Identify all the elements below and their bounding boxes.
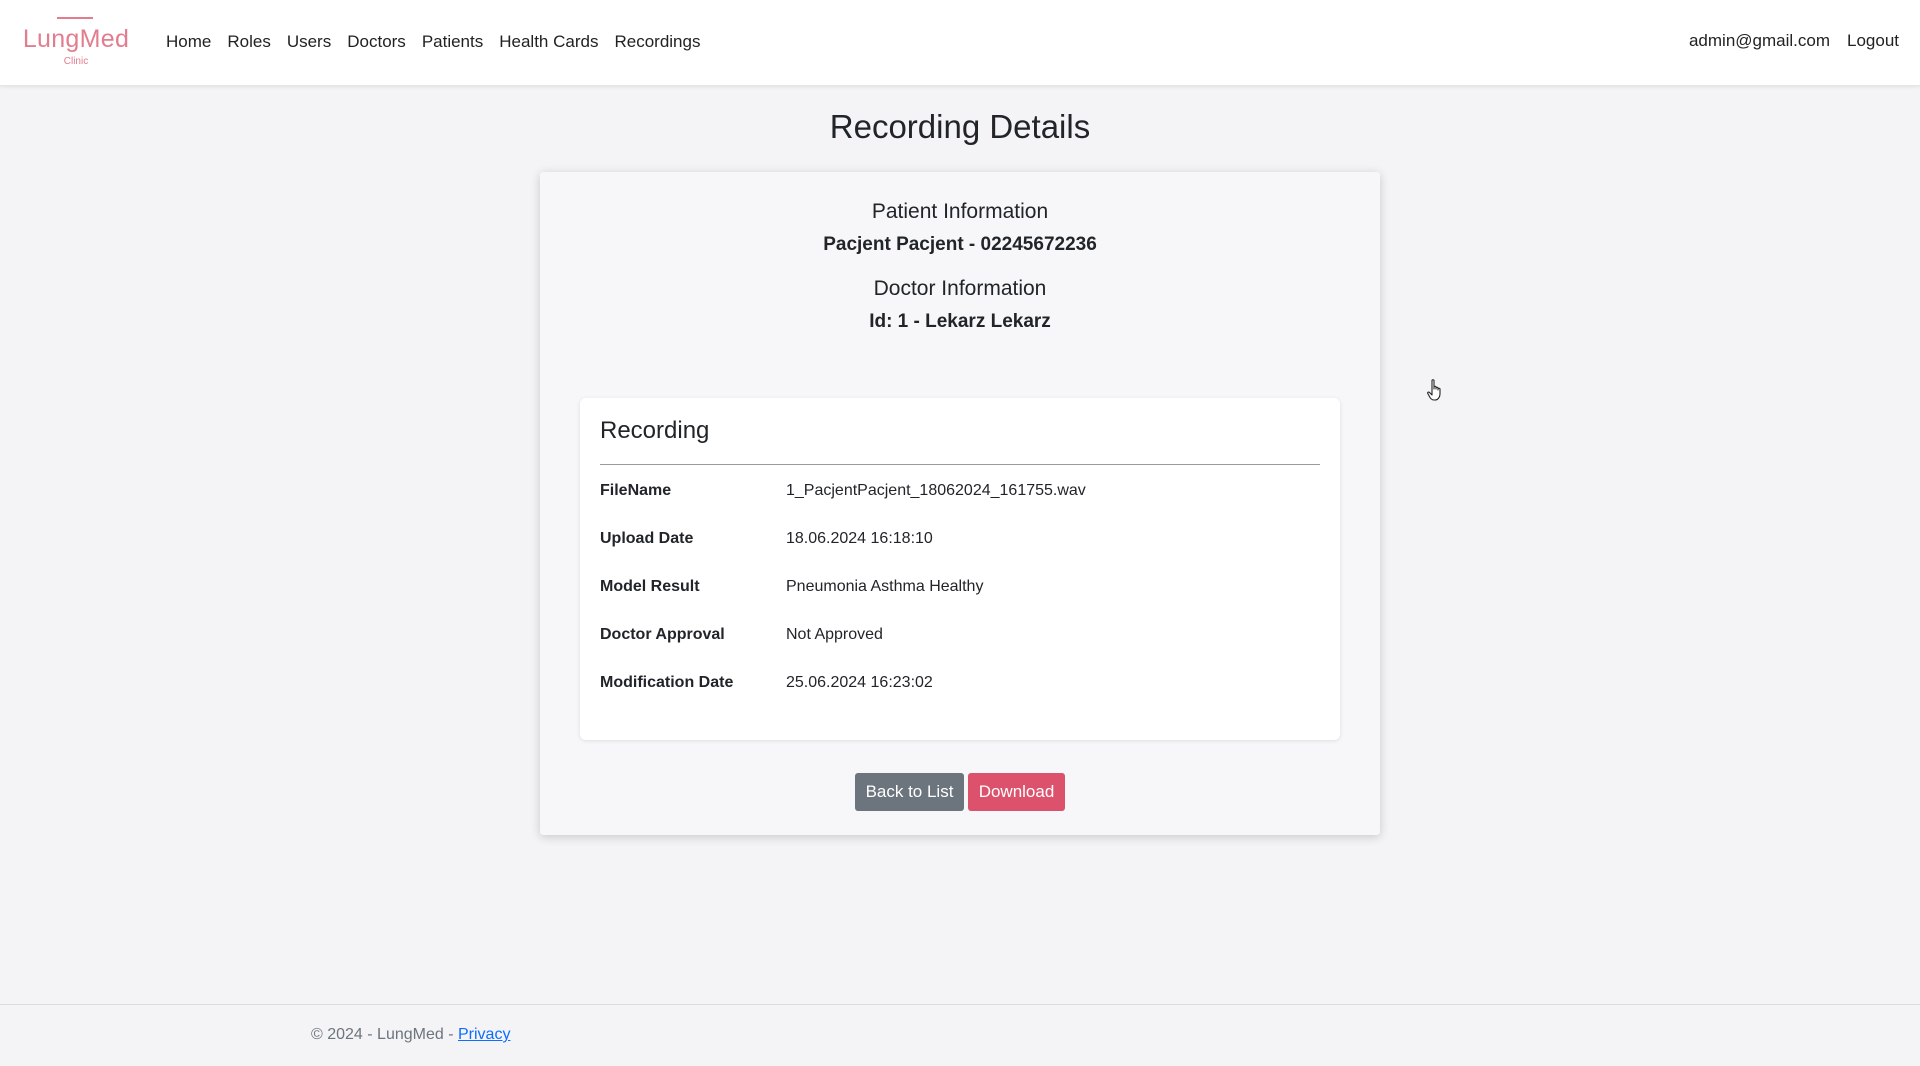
field-label: Modification Date xyxy=(600,674,734,691)
footer-text: © 2024 - LungMed - Privacy xyxy=(311,1026,510,1044)
nav-home[interactable]: Home xyxy=(166,32,211,54)
field-value: 25.06.2024 16:23:02 xyxy=(786,674,933,691)
field-label: Doctor Approval xyxy=(600,626,725,643)
patient-info-heading: Patient Information xyxy=(871,200,1049,223)
nav-links: Home Roles Users Doctors Patients Health… xyxy=(166,32,716,54)
hand-pointer-icon xyxy=(1427,379,1441,401)
field-row-upload-date: Upload Date 18.06.2024 16:18:10 xyxy=(600,530,1320,552)
logout-link[interactable]: Logout xyxy=(1847,31,1899,51)
doctor-info-heading: Doctor Information xyxy=(873,277,1047,300)
brand-logo[interactable]: LungMed Clinic xyxy=(19,17,133,69)
nav-user-area: admin@gmail.com Logout xyxy=(1672,31,1899,51)
brand-name: LungMed xyxy=(22,25,130,53)
navbar: LungMed Clinic Home Roles Users Doctors … xyxy=(0,0,1920,86)
field-value: 18.06.2024 16:18:10 xyxy=(786,530,933,547)
field-value: Not Approved xyxy=(786,626,883,643)
field-label: Upload Date xyxy=(600,530,694,547)
page-title: Recording Details xyxy=(829,108,1091,145)
field-label: FileName xyxy=(600,482,672,499)
download-button[interactable]: Download xyxy=(968,773,1065,811)
field-label: Model Result xyxy=(600,578,700,595)
field-row-doctor-approval: Doctor Approval Not Approved xyxy=(600,626,1320,648)
field-row-model-result: Model Result Pneumonia Asthma Healthy xyxy=(600,578,1320,600)
privacy-link[interactable]: Privacy xyxy=(458,1026,510,1043)
field-value: Pneumonia Asthma Healthy xyxy=(786,578,984,595)
nav-recordings[interactable]: Recordings xyxy=(614,32,700,54)
nav-users[interactable]: Users xyxy=(287,32,331,54)
nav-patients[interactable]: Patients xyxy=(422,32,483,54)
field-row-modification-date: Modification Date 25.06.2024 16:23:02 xyxy=(600,674,1320,696)
field-value: 1_PacjentPacjent_18062024_161755.wav xyxy=(786,482,1086,499)
user-email-link[interactable]: admin@gmail.com xyxy=(1689,31,1830,51)
nav-health-cards[interactable]: Health Cards xyxy=(499,32,598,54)
recording-card-title: Recording xyxy=(600,417,710,444)
doctor-info-value: Id: 1 - Lekarz Lekarz xyxy=(869,311,1051,332)
field-row-filename: FileName 1_PacjentPacjent_18062024_16175… xyxy=(600,482,1320,504)
nav-doctors[interactable]: Doctors xyxy=(347,32,406,54)
copyright-text: © 2024 - LungMed - xyxy=(311,1026,458,1043)
brand-subtitle: Clinic xyxy=(63,56,89,67)
footer: © 2024 - LungMed - Privacy xyxy=(0,1004,1920,1066)
recording-details-card: Patient Information Pacjent Pacjent - 02… xyxy=(540,172,1380,835)
patient-info-value: Pacjent Pacjent - 02245672236 xyxy=(823,234,1097,255)
recording-card: Recording FileName 1_PacjentPacjent_1806… xyxy=(580,398,1340,740)
brand-accent-line xyxy=(57,17,93,19)
back-to-list-button[interactable]: Back to List xyxy=(855,773,964,811)
nav-roles[interactable]: Roles xyxy=(227,32,270,54)
divider xyxy=(600,464,1320,465)
